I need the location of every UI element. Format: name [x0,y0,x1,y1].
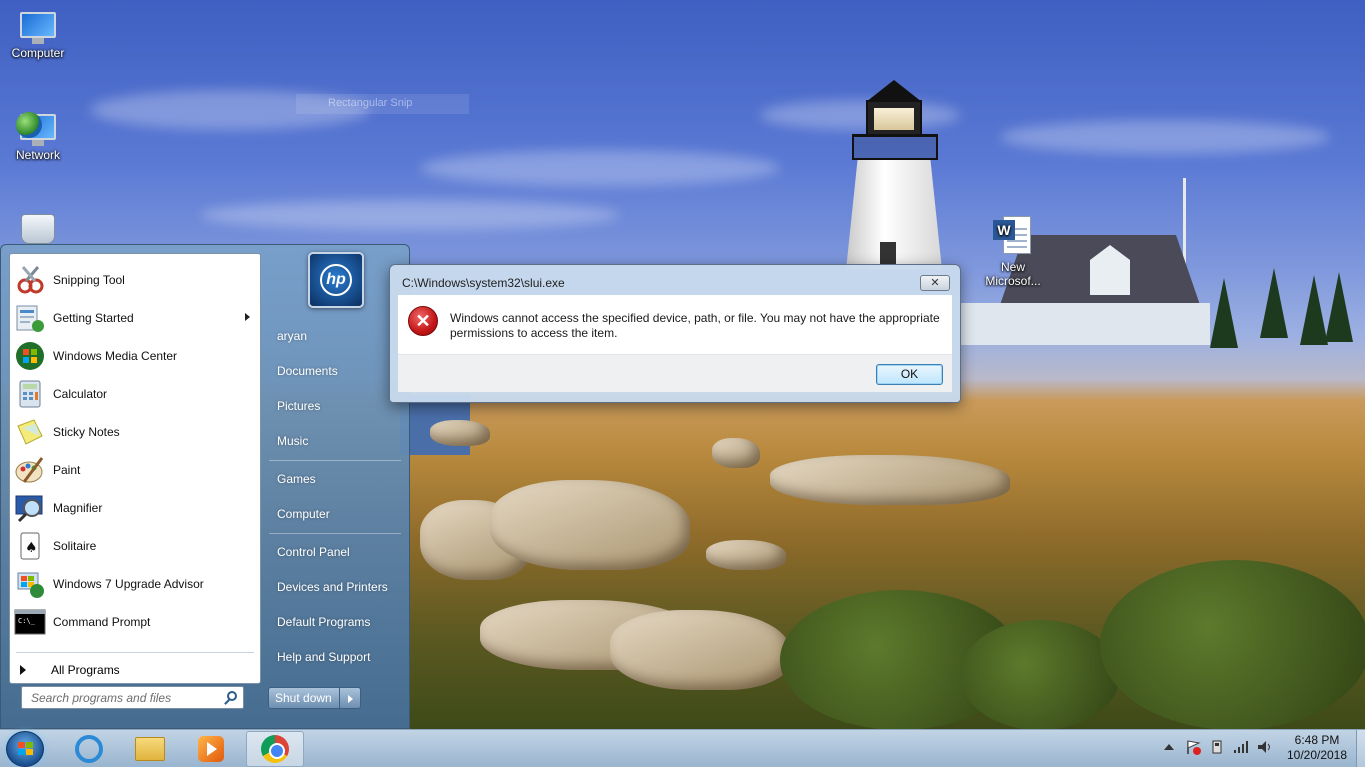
error-message: Windows cannot access the specified devi… [450,311,940,340]
safely-remove-hardware-icon[interactable] [1208,738,1226,756]
network-signal-icon[interactable] [1232,738,1250,756]
dialog-body: ✕ Windows cannot access the specified de… [398,295,952,354]
right-item-devices-and-printers[interactable]: Devices and Printers [267,572,403,602]
program-sticky-notes[interactable]: Sticky Notes [14,414,256,450]
show-hidden-icons-chevron-icon[interactable] [1160,738,1178,756]
program-magnifier[interactable]: Magnifier [14,490,256,526]
hp-logo-icon: hp [320,264,352,296]
windows-logo-icon [18,742,34,756]
upgrade-advisor-icon [14,568,46,600]
all-programs-label: All Programs [51,663,120,677]
command-prompt-icon: C:\_ [14,606,46,638]
computer-icon [16,10,60,44]
clock-date: 10/20/2018 [1286,748,1348,762]
user-picture-tile[interactable]: hp [308,252,364,308]
error-icon: ✕ [408,306,438,336]
right-item-computer[interactable]: Computer [267,499,403,529]
program-calculator[interactable]: Calculator [14,376,256,412]
program-label: Solitaire [53,539,97,553]
program-windows-media-center[interactable]: Windows Media Center [14,338,256,374]
desktop-icon-label: Computer [11,46,65,60]
svg-text:C:\_: C:\_ [18,617,36,625]
program-snipping-tool[interactable]: Snipping Tool [14,262,256,298]
shut-down-options-arrow-icon[interactable] [340,687,361,709]
start-menu: Snipping Tool Getting Started Windows Me… [0,244,410,729]
divider [269,460,401,461]
program-label: Sticky Notes [53,425,120,439]
right-item-pictures[interactable]: Pictures [267,391,403,421]
system-clock[interactable]: 6:48 PM 10/20/2018 [1282,733,1352,763]
program-label: Command Prompt [53,615,151,629]
program-label: Calculator [53,387,108,401]
desktop-icon-network[interactable]: Network [0,112,76,162]
right-item-default-programs[interactable]: Default Programs [267,607,403,637]
show-desktop-button[interactable] [1356,730,1365,767]
right-item-help-and-support[interactable]: Help and Support [267,642,403,672]
program-label: Magnifier [53,501,103,515]
right-item-games[interactable]: Games [267,464,403,494]
program-windows-7-upgrade-advisor[interactable]: Windows 7 Upgrade Advisor [14,566,256,602]
taskbar-windows-media-player[interactable] [182,731,240,767]
program-label: Getting Started [53,311,134,325]
action-center-flag-icon[interactable] [1184,738,1202,756]
media-center-icon [14,340,46,372]
network-icon [16,112,60,146]
program-paint[interactable]: Paint [14,452,256,488]
dialog-footer: OK [398,354,952,392]
desktop-icon-label: Network [15,148,60,162]
svg-text:♠: ♠ [25,540,38,556]
all-programs-button[interactable]: All Programs [20,658,250,682]
right-item-music[interactable]: Music [267,426,403,456]
getting-started-icon [14,302,46,334]
chrome-icon [261,735,289,763]
start-menu-programs-pane: Snipping Tool Getting Started Windows Me… [9,253,261,684]
sticky-notes-icon [14,416,46,448]
program-command-prompt[interactable]: C:\_ Command Prompt [14,604,256,640]
program-label: Snipping Tool [53,273,125,287]
right-item-control-panel[interactable]: Control Panel [267,537,403,567]
error-dialog: C:\Windows\system32\slui.exe ✕ ✕ Windows… [389,264,961,403]
program-getting-started[interactable]: Getting Started [14,300,256,336]
divider [16,652,254,653]
taskbar-internet-explorer[interactable] [60,731,118,767]
magnifier-icon [14,492,46,524]
rectangular-snip-ghost: Rectangular Snip [296,94,469,114]
all-programs-arrow-icon [20,665,26,675]
calculator-icon [14,378,46,410]
desktop-icon-label: New Microsof... [985,260,1041,288]
submenu-arrow-icon[interactable] [245,313,250,321]
solitaire-icon: ♠ [14,530,46,562]
taskbar-google-chrome[interactable] [246,731,304,767]
recycle-bin-icon [21,214,55,244]
program-solitaire[interactable]: ♠ Solitaire [14,528,256,564]
paint-icon [14,454,46,486]
snipping-tool-icon [14,264,46,296]
search-placeholder: Search programs and files [31,691,172,705]
program-label: Windows 7 Upgrade Advisor [53,577,204,591]
taskbar: 6:48 PM 10/20/2018 [0,729,1365,767]
close-button[interactable]: ✕ [920,275,950,291]
internet-explorer-icon [75,735,103,763]
volume-speaker-icon[interactable] [1256,738,1274,756]
shut-down-button[interactable]: Shut down [268,687,340,709]
program-label: Windows Media Center [53,349,178,363]
desktop-icon-computer[interactable]: Computer [0,10,76,60]
divider [269,533,401,534]
taskbar-windows-explorer[interactable] [121,731,179,767]
right-item-user[interactable]: aryan [267,321,403,351]
desktop-icon-word-document[interactable]: W New Microsof... [975,214,1051,288]
clock-time: 6:48 PM [1294,733,1340,747]
media-player-icon [198,736,224,762]
right-item-documents[interactable]: Documents [267,356,403,386]
program-label: Paint [53,463,81,477]
word-document-icon: W [993,214,1033,258]
search-icon[interactable] [227,691,237,701]
ok-button[interactable]: OK [876,364,943,385]
start-button[interactable] [6,731,44,767]
desktop-icon-recycle-bin[interactable] [0,214,76,246]
dialog-title: C:\Windows\system32\slui.exe [402,276,565,290]
folder-icon [135,737,165,761]
search-programs-input[interactable]: Search programs and files [21,686,244,709]
